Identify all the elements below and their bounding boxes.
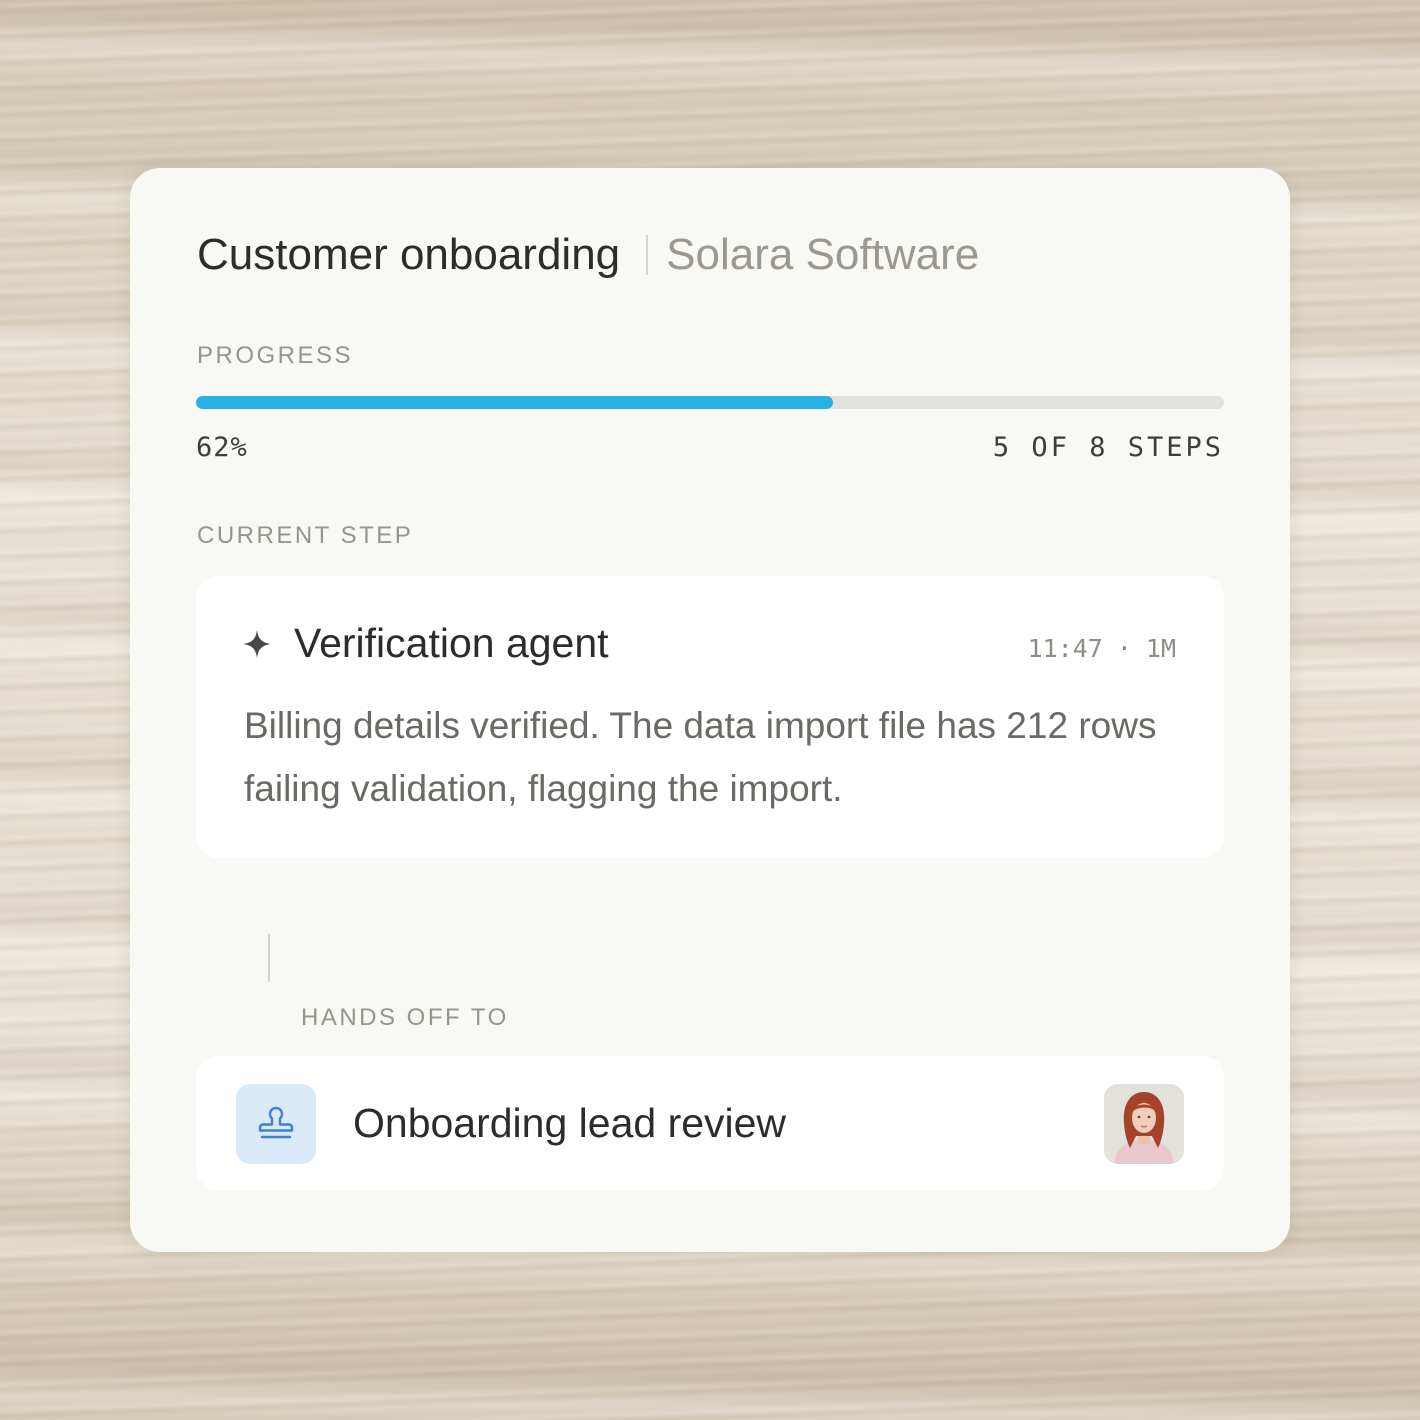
step-message: Billing details verified. The data impor… [244, 705, 1157, 809]
company-name: Solara Software [666, 230, 980, 279]
handoff-title: Onboarding lead review [353, 1100, 787, 1146]
handoff-label: HANDS OFF TO [301, 1004, 509, 1031]
progress-percent: 62% [196, 432, 248, 463]
current-step-label: CURRENT STEP [197, 522, 414, 549]
progress-fill [196, 396, 834, 409]
sparkle-icon [242, 629, 272, 659]
step-duration: 1M [1145, 634, 1176, 663]
progress-label: PROGRESS [197, 342, 354, 369]
progress-steps: 5 OF 8 STEPS [992, 432, 1224, 463]
handoff-card[interactable]: Onboarding lead review [196, 1056, 1224, 1190]
agent-name: Verification agent [294, 620, 609, 666]
title-divider [646, 235, 649, 275]
stamp-icon [236, 1084, 316, 1164]
onboarding-card: Customer onboarding Solara Software PROG… [130, 168, 1290, 1252]
handoff-connector [268, 934, 270, 982]
step-meta: 11:47 · 1M [1028, 634, 1176, 663]
progress-bar [196, 396, 1224, 409]
step-header: Verification agent [242, 620, 609, 667]
avatar[interactable] [1104, 1084, 1184, 1164]
meta-separator: · [1116, 634, 1132, 663]
step-time: 11:47 [1027, 634, 1103, 663]
page-title: Customer onboarding [197, 230, 621, 279]
card-header: Customer onboarding Solara Software [197, 230, 979, 280]
current-step-card[interactable]: Verification agent 11:47 · 1M Billing deta… [196, 576, 1224, 858]
